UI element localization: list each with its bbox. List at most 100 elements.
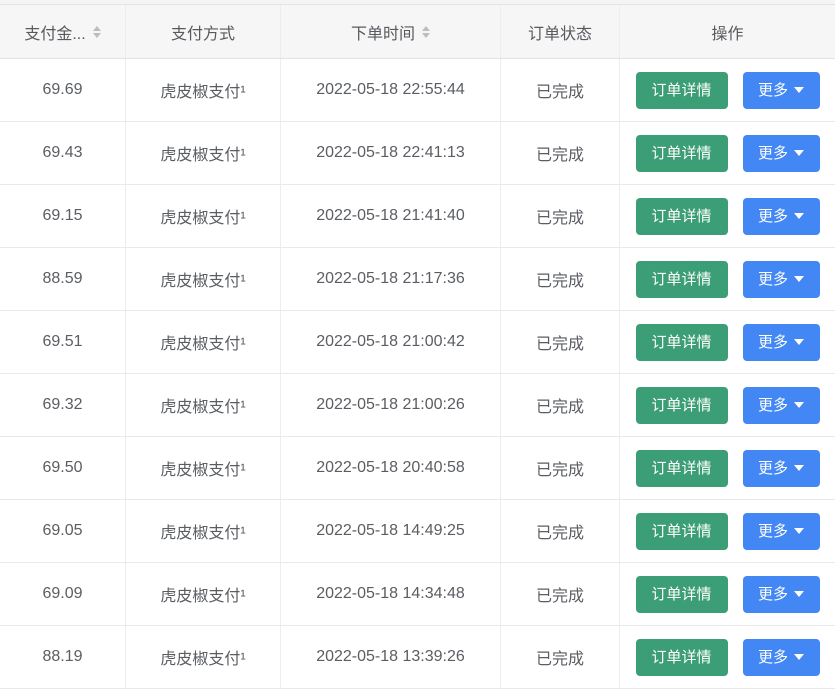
caret-up-down-icon[interactable] xyxy=(422,25,430,38)
status-value: 已完成 xyxy=(535,210,584,227)
amount-cell: 69.09 xyxy=(0,563,126,625)
method-value: 虎皮椒支付¹ xyxy=(160,336,246,353)
more-button-label: 更多 xyxy=(757,396,788,414)
caret-down-icon xyxy=(794,339,804,345)
order-detail-button[interactable]: 订单详情 xyxy=(635,638,728,676)
status-cell: 已完成 xyxy=(501,59,620,121)
table-row: 88.19 虎皮椒支付¹ 2022-05-18 13:39:26 已完成 订单详… xyxy=(0,626,835,689)
time-value: 2022-05-18 14:34:48 xyxy=(316,585,465,602)
method-cell: 虎皮椒支付¹ xyxy=(126,563,281,625)
amount-value: 69.50 xyxy=(42,459,83,476)
amount-cell: 69.69 xyxy=(0,59,126,121)
more-button[interactable]: 更多 xyxy=(742,197,820,235)
method-value: 虎皮椒支付¹ xyxy=(160,147,246,164)
actions-cell: 订单详情 更多 xyxy=(620,311,835,373)
more-button[interactable]: 更多 xyxy=(742,449,820,487)
actions-cell: 订单详情 更多 xyxy=(620,563,835,625)
time-value: 2022-05-18 21:00:26 xyxy=(316,396,465,413)
more-button-label: 更多 xyxy=(757,459,788,477)
status-value: 已完成 xyxy=(535,399,584,416)
caret-down-icon xyxy=(794,87,804,93)
amount-cell: 69.05 xyxy=(0,500,126,562)
caret-up-down-icon[interactable] xyxy=(92,25,101,38)
table-body: 69.69 虎皮椒支付¹ 2022-05-18 22:55:44 已完成 订单详… xyxy=(0,59,835,689)
more-button[interactable]: 更多 xyxy=(742,260,820,298)
amount-cell: 88.59 xyxy=(0,248,126,310)
order-detail-button[interactable]: 订单详情 xyxy=(635,71,728,109)
time-cell: 2022-05-18 13:39:26 xyxy=(281,626,501,688)
more-button-label: 更多 xyxy=(757,270,788,288)
order-detail-button[interactable]: 订单详情 xyxy=(635,134,728,172)
method-cell: 虎皮椒支付¹ xyxy=(126,500,281,562)
time-cell: 2022-05-18 21:17:36 xyxy=(281,248,501,310)
order-detail-button[interactable]: 订单详情 xyxy=(635,575,728,613)
order-detail-button[interactable]: 订单详情 xyxy=(635,197,728,235)
column-header-status: 订单状态 xyxy=(501,5,620,58)
table-row: 69.43 虎皮椒支付¹ 2022-05-18 22:41:13 已完成 订单详… xyxy=(0,122,835,185)
method-cell: 虎皮椒支付¹ xyxy=(126,248,281,310)
time-value: 2022-05-18 22:41:13 xyxy=(316,144,465,161)
order-detail-button[interactable]: 订单详情 xyxy=(635,323,728,361)
more-button[interactable]: 更多 xyxy=(742,386,820,424)
method-value: 虎皮椒支付¹ xyxy=(160,84,246,101)
table-row: 69.32 虎皮椒支付¹ 2022-05-18 21:00:26 已完成 订单详… xyxy=(0,374,835,437)
caret-down-icon xyxy=(794,654,804,660)
time-cell: 2022-05-18 14:49:25 xyxy=(281,500,501,562)
method-value: 虎皮椒支付¹ xyxy=(160,273,246,290)
amount-value: 88.19 xyxy=(42,648,83,665)
status-cell: 已完成 xyxy=(501,437,620,499)
time-cell: 2022-05-18 20:40:58 xyxy=(281,437,501,499)
method-cell: 虎皮椒支付¹ xyxy=(126,59,281,121)
method-value: 虎皮椒支付¹ xyxy=(160,588,246,605)
method-cell: 虎皮椒支付¹ xyxy=(126,311,281,373)
method-value: 虎皮椒支付¹ xyxy=(160,210,246,227)
actions-cell: 订单详情 更多 xyxy=(620,437,835,499)
status-cell: 已完成 xyxy=(501,122,620,184)
amount-value: 69.43 xyxy=(42,144,83,161)
caret-down-icon xyxy=(794,528,804,534)
status-cell: 已完成 xyxy=(501,374,620,436)
column-header-time-label: 下单时间 xyxy=(350,25,415,43)
actions-cell: 订单详情 更多 xyxy=(620,122,835,184)
column-header-actions: 操作 xyxy=(620,5,835,58)
caret-down-icon xyxy=(794,465,804,471)
column-header-time[interactable]: 下单时间 xyxy=(281,5,501,58)
method-cell: 虎皮椒支付¹ xyxy=(126,374,281,436)
table-row: 69.51 虎皮椒支付¹ 2022-05-18 21:00:42 已完成 订单详… xyxy=(0,311,835,374)
more-button[interactable]: 更多 xyxy=(742,638,820,676)
column-header-method: 支付方式 xyxy=(126,5,281,58)
amount-cell: 88.19 xyxy=(0,626,126,688)
column-header-method-label: 支付方式 xyxy=(170,25,235,43)
more-button[interactable]: 更多 xyxy=(742,575,820,613)
status-cell: 已完成 xyxy=(501,185,620,247)
actions-cell: 订单详情 更多 xyxy=(620,626,835,688)
table-row: 88.59 虎皮椒支付¹ 2022-05-18 21:17:36 已完成 订单详… xyxy=(0,248,835,311)
more-button[interactable]: 更多 xyxy=(742,134,820,172)
amount-cell: 69.51 xyxy=(0,311,126,373)
amount-value: 69.15 xyxy=(42,207,83,224)
actions-cell: 订单详情 更多 xyxy=(620,500,835,562)
caret-down-icon xyxy=(794,213,804,219)
order-detail-button[interactable]: 订单详情 xyxy=(635,449,728,487)
order-detail-button[interactable]: 订单详情 xyxy=(635,386,728,424)
column-header-amount[interactable]: 支付金... xyxy=(0,5,126,58)
more-button-label: 更多 xyxy=(757,333,788,351)
more-button[interactable]: 更多 xyxy=(742,71,820,109)
amount-cell: 69.43 xyxy=(0,122,126,184)
actions-cell: 订单详情 更多 xyxy=(620,185,835,247)
time-cell: 2022-05-18 22:41:13 xyxy=(281,122,501,184)
method-value: 虎皮椒支付¹ xyxy=(160,525,246,542)
table-row: 69.09 虎皮椒支付¹ 2022-05-18 14:34:48 已完成 订单详… xyxy=(0,563,835,626)
order-detail-button[interactable]: 订单详情 xyxy=(635,512,728,550)
more-button[interactable]: 更多 xyxy=(742,512,820,550)
more-button-label: 更多 xyxy=(757,648,788,666)
status-cell: 已完成 xyxy=(501,248,620,310)
time-value: 2022-05-18 20:40:58 xyxy=(316,459,465,476)
time-cell: 2022-05-18 21:00:42 xyxy=(281,311,501,373)
more-button[interactable]: 更多 xyxy=(742,323,820,361)
table-row: 69.05 虎皮椒支付¹ 2022-05-18 14:49:25 已完成 订单详… xyxy=(0,500,835,563)
time-value: 2022-05-18 21:17:36 xyxy=(316,270,465,287)
caret-down-icon xyxy=(794,150,804,156)
order-detail-button[interactable]: 订单详情 xyxy=(635,260,728,298)
status-value: 已完成 xyxy=(535,588,584,605)
